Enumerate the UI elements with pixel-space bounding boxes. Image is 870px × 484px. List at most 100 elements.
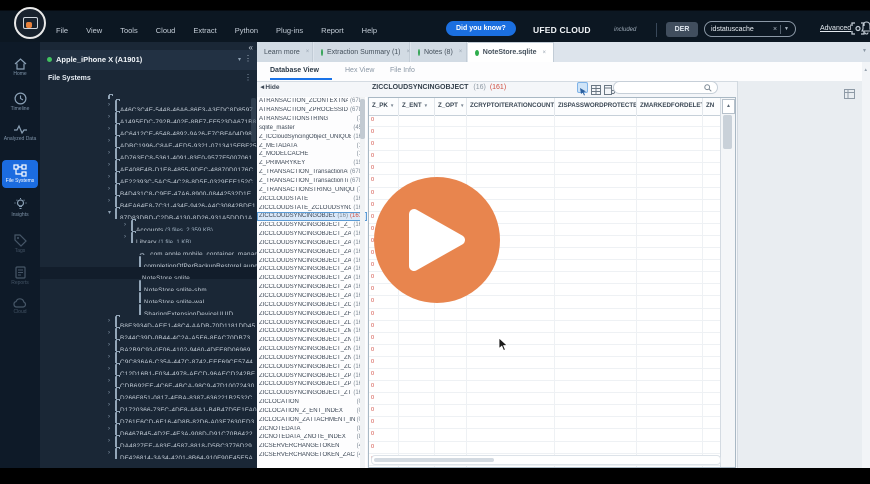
table-list-item[interactable]: Z_TRANSACTIONSTRING_UNIQUE_...(7) <box>257 185 367 194</box>
expand-arrow-icon[interactable]: › <box>108 447 115 459</box>
tab-extraction-summary[interactable]: Extraction Summary (1) × <box>314 42 410 62</box>
hide-list-button[interactable]: ◄Hide <box>259 84 280 91</box>
tree-row[interactable]: ›B8E3934D-AEE1-48C4-AADB-70D1181DD45 <box>40 315 257 327</box>
expand-arrow-icon[interactable]: › <box>124 231 131 243</box>
search-value[interactable]: idstatuscache <box>711 26 773 33</box>
expand-arrow-icon[interactable]: › <box>108 171 115 183</box>
table-list-item[interactable]: ZICCLOUDSYNCINGOBJECT_ZOW...(16) <box>257 362 367 371</box>
expand-arrow-icon[interactable]: › <box>108 135 115 147</box>
expand-arrow-icon[interactable]: › <box>108 195 115 207</box>
device-header[interactable]: Apple_iPhone X (A1901) ▾ ⋮ <box>40 50 257 70</box>
grid-row[interactable]: 0 <box>369 163 721 176</box>
table-list-item[interactable]: ATRANSACTIONSTRING(7) <box>257 115 367 124</box>
grid-row[interactable]: 0 <box>369 393 721 406</box>
menu-plugins[interactable]: Plug-ins <box>276 24 303 38</box>
tab-notes[interactable]: Notes (8) × <box>411 42 467 62</box>
menu-python[interactable]: Python <box>235 24 258 38</box>
close-tab-icon[interactable]: × <box>306 49 310 55</box>
did-you-know-button[interactable]: Did you know? <box>446 21 516 36</box>
expand-arrow-icon[interactable]: › <box>108 411 115 423</box>
grid-row[interactable]: 0 <box>369 429 721 442</box>
column-header-z_ent[interactable]: Z_ENT ▼ <box>399 98 435 115</box>
video-play-button[interactable] <box>374 177 500 303</box>
tab-learn-more[interactable]: Learn more × <box>257 42 313 62</box>
grid-row[interactable]: 0 <box>369 381 721 394</box>
menu-file[interactable]: File <box>56 24 68 38</box>
table-list-item[interactable]: ZICCLOUDSYNCINGOBJECT_ZACC...(16) <box>257 265 367 274</box>
grid-row[interactable]: 0 <box>369 332 721 345</box>
table-list-item[interactable]: ZICCLOUDSYNCINGOBJECT_ZLOC...(16) <box>257 318 367 327</box>
menu-extract[interactable]: Extract <box>193 24 216 38</box>
sidebar-item-analyzed-data[interactable]: Analyzed Data <box>0 124 40 142</box>
tree-row[interactable]: ›DA4827EE-A83F-4587-8818-D5BC3776D29 <box>40 435 257 447</box>
table-list-item[interactable]: ZICLOCATION_Z_ENT_INDEX(0) <box>257 407 367 416</box>
tree-row[interactable]: ›AE408E4B-D1E8-4855-9DEC-48870D0176C <box>40 159 257 171</box>
table-list-item[interactable]: ZICCLOUDSYNCINGOBJECT_ZACC...(16) <box>257 230 367 239</box>
expand-arrow-icon[interactable]: › <box>108 387 115 399</box>
table-list-item[interactable]: ZICCLOUDSYNCINGOBJECT_ZATT...(16) <box>257 292 367 301</box>
tree-row[interactable]: SharingExtensionDeviceUUID <box>40 303 257 315</box>
tree-scrollbar[interactable] <box>251 96 256 466</box>
table-settings-icon[interactable] <box>844 86 855 104</box>
grid-row[interactable]: 0 <box>369 356 721 369</box>
column-filter-icon[interactable]: ▼ <box>424 103 428 108</box>
table-list-item[interactable]: ZICCLOUDSYNCINGOBJECT_ZCLO...(16) <box>257 300 367 309</box>
tab-overflow-icon[interactable]: ▼ <box>862 48 867 54</box>
table-list-item[interactable]: ZICCLOUDSYNCINGOBJECT_ZACC...(16) <box>257 247 367 256</box>
grid-row[interactable]: 0 <box>369 441 721 454</box>
table-list-item[interactable]: ZICCLOUDSYNCINGOBJECT_ZFOL...(16) <box>257 309 367 318</box>
menu-cloud[interactable]: Cloud <box>156 24 176 38</box>
tree-row[interactable]: ›AE22393C-5AC5-4C28-8D5F-0329FFE152C <box>40 171 257 183</box>
tab-hex-view[interactable]: Hex View <box>345 67 374 74</box>
tree-row[interactable]: ›ADBC1996-C8AE-4ED5-9321-0713415FBF25 <box>40 135 257 147</box>
grid-row[interactable]: 0 <box>369 344 721 357</box>
expand-arrow-icon[interactable]: › <box>108 123 115 135</box>
close-tab-icon[interactable]: × <box>459 49 463 55</box>
expand-arrow-icon[interactable]: › <box>108 327 115 339</box>
tree-row[interactable]: ›B244C39D-0B44-4C2A-A5E6-8FAC70DB73 <box>40 327 257 339</box>
device-chevron-icon[interactable]: ▾ <box>238 56 241 63</box>
tree-row[interactable]: ›C12D16B1-F034-4978-AECD-96AECD242BF <box>40 363 257 375</box>
table-list-item[interactable]: ZICSERVERCHANGETOKEN_ZACCO...(4) <box>257 451 367 460</box>
grid-row[interactable]: 0 <box>369 308 721 321</box>
tree-row[interactable]: ›B4EA64E8-7C31-434F-9426-A4C30842BDF1 <box>40 195 257 207</box>
search-dropdown-icon[interactable]: ▼ <box>784 26 789 32</box>
tree-row[interactable]: ›BA2B9C93-0F06-4102-9460-4DFE8D06969 <box>40 339 257 351</box>
close-tab-icon[interactable]: × <box>542 50 546 56</box>
menu-view[interactable]: View <box>86 24 102 38</box>
table-list-item[interactable]: sqlite_master (45) <box>257 124 367 133</box>
expand-arrow-icon[interactable]: › <box>108 339 115 351</box>
sidebar-item-insights[interactable]: Insights <box>0 198 40 218</box>
scroll-up-icon[interactable]: ▲ <box>864 67 868 72</box>
table-list-item[interactable]: ZICCLOUDSYNCINGOBJECT_ZACC...(16) <box>257 256 367 265</box>
table-list-item[interactable]: Z_TRANSACTION_TransactionAu... (678) <box>257 168 367 177</box>
sidebar-item-home[interactable]: Home <box>0 58 40 77</box>
grid-row[interactable]: 0 <box>369 139 721 152</box>
column-header-zispasswordprotected[interactable]: ZISPASSWORDPROTECTED▼ <box>555 98 637 115</box>
tree-row[interactable]: ›CDB692EE-4C6E-4BCA-98C9-47D10072430 <box>40 375 257 387</box>
file-systems-kebab-icon[interactable]: ⋮ <box>244 73 252 82</box>
scrollbar-thumb[interactable] <box>723 115 732 149</box>
table-list-item[interactable]: Z_ICCloudSyncingObject_UNIQUE... (16) <box>257 132 367 141</box>
tree-row[interactable]: ⚙.com.apple.mobile_container_manager. <box>40 243 257 255</box>
tree-row[interactable]: NoteStore.sqlite-wal <box>40 291 257 303</box>
table-list-item[interactable]: ZICCLOUDSYNCINGOBJECT_ZTITL...(16) <box>257 389 367 398</box>
sidebar-item-tags[interactable]: Tags <box>0 234 40 254</box>
grid-row[interactable]: 0 <box>369 151 721 164</box>
menu-tools[interactable]: Tools <box>120 24 138 38</box>
sidebar-item-reports[interactable]: Reports <box>0 266 40 286</box>
table-list-item[interactable]: ZICCLOUDSYNCINGOBJECT_ZPAR...(16) <box>257 371 367 380</box>
table-icon[interactable] <box>591 82 602 95</box>
expand-arrow-icon[interactable]: › <box>108 159 115 171</box>
column-filter-icon[interactable]: ▼ <box>460 103 464 108</box>
expand-arrow-icon[interactable]: › <box>108 351 115 363</box>
tree-row[interactable]: completionOfPerBackupRestoreLaunch <box>40 255 257 267</box>
table-list-item[interactable]: Z_MODELCACHE(1) <box>257 150 367 159</box>
grid-row[interactable]: 0 <box>369 320 721 333</box>
sidebar-item-file-systems[interactable]: File Systems <box>2 160 38 188</box>
tree-row[interactable]: ›D1720366-73FC-4DF8-A8A1-B4B47D5E1FA0 <box>40 399 257 411</box>
expand-arrow-icon[interactable]: › <box>108 435 115 447</box>
table-list-item[interactable]: ZICCLOUDSYNCINGOBJECT_ZPAR...(16) <box>257 380 367 389</box>
table-list-item[interactable]: ATRANSACTION_ZPROCESSIDTS...(678) <box>257 106 367 115</box>
expand-arrow-icon[interactable]: › <box>108 147 115 159</box>
